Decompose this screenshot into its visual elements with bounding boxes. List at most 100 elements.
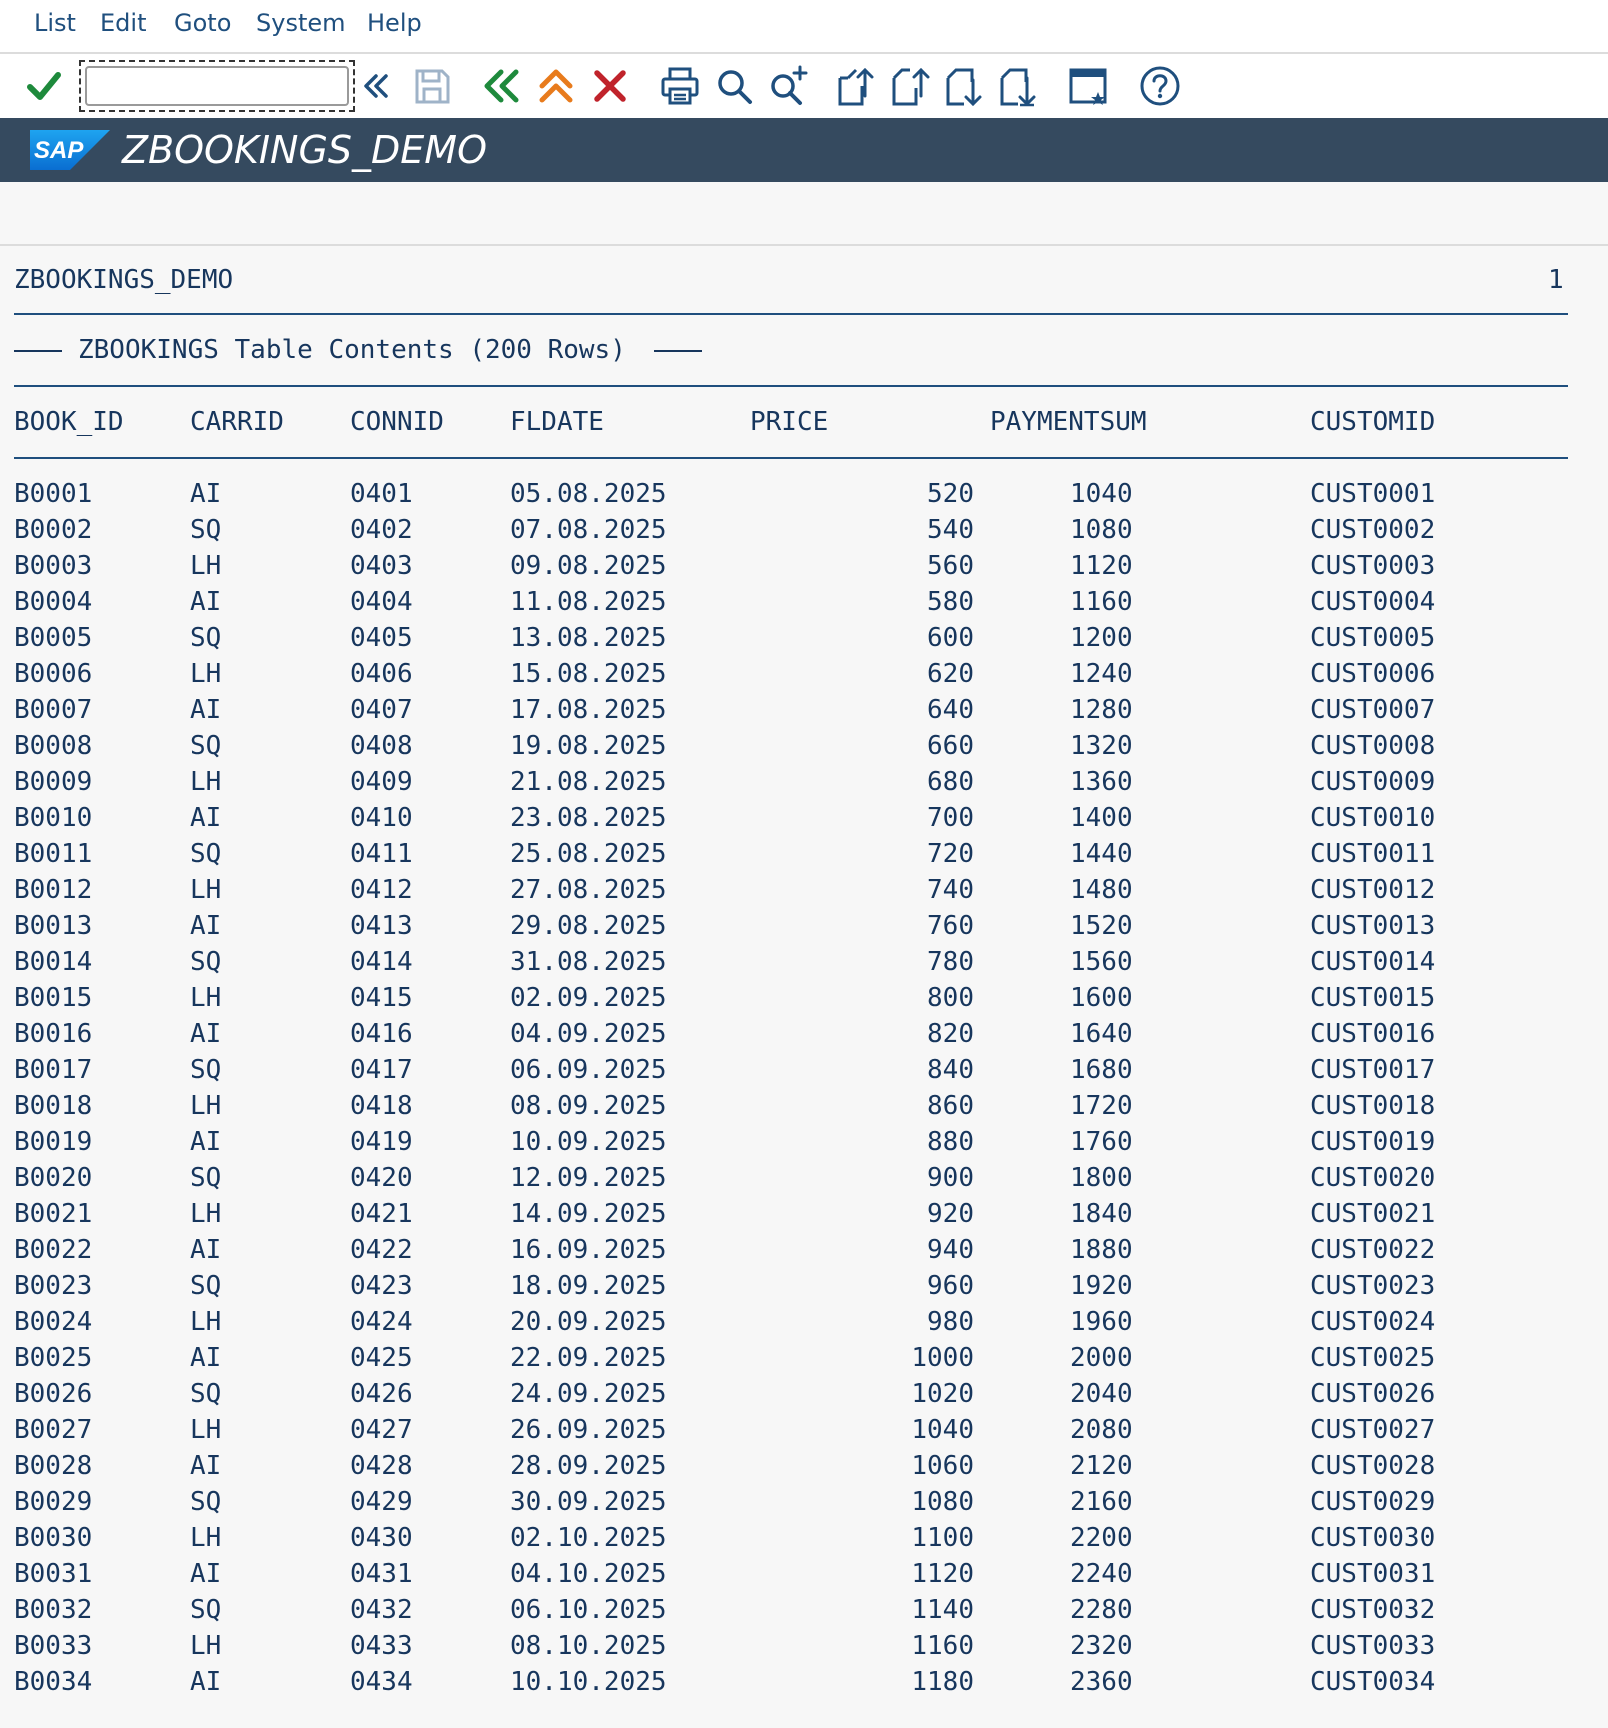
table-row[interactable]: B0013 AI 0413 29.08.2025 760 1520 CUST0013 xyxy=(0,908,1608,944)
table-row[interactable]: B0014 SQ 0414 31.08.2025 780 1560 CUST0014 xyxy=(0,944,1608,980)
cell-paymentsum: 2040 xyxy=(1070,1379,1133,1409)
save-button[interactable] xyxy=(408,62,456,110)
cell-customid: CUST0014 xyxy=(1310,947,1436,977)
table-row[interactable]: B0007 AI 0407 17.08.2025 640 1280 CUST0007 xyxy=(0,692,1608,728)
cell-price: 1180 xyxy=(911,1667,974,1697)
previous-page-button[interactable] xyxy=(886,62,934,110)
table-row[interactable]: B0010 AI 0410 23.08.2025 700 1400 CUST0010 xyxy=(0,800,1608,836)
table-row[interactable]: B0027 LH 0427 26.09.2025 1040 2080 CUST0027 xyxy=(0,1412,1608,1448)
print-button[interactable] xyxy=(656,62,704,110)
table-row[interactable]: B0003 LH 0403 09.08.2025 560 1120 CUST0003 xyxy=(0,548,1608,584)
next-page-button[interactable] xyxy=(940,62,988,110)
cell-book-id: B0031 xyxy=(14,1559,93,1589)
cell-price: 1060 xyxy=(911,1451,974,1481)
table-row[interactable]: B0025 AI 0425 22.09.2025 1000 2000 CUST0025 xyxy=(0,1340,1608,1376)
save-icon xyxy=(415,69,450,104)
menu-item-system[interactable]: System xyxy=(256,6,346,40)
cell-price: 1140 xyxy=(911,1595,974,1625)
cell-price: 760 xyxy=(927,911,974,941)
cell-price: 540 xyxy=(927,515,974,545)
expand-command-button[interactable] xyxy=(352,62,400,110)
cell-customid: CUST0019 xyxy=(1310,1127,1436,1157)
table-row[interactable]: B0012 LH 0412 27.08.2025 740 1480 CUST0012 xyxy=(0,872,1608,908)
find-icon xyxy=(718,70,752,104)
first-page-icon xyxy=(838,67,874,106)
cell-paymentsum: 1640 xyxy=(1070,1019,1133,1049)
table-row[interactable]: B0030 LH 0430 02.10.2025 1100 2200 CUST0030 xyxy=(0,1520,1608,1556)
table-row[interactable]: B0005 SQ 0405 13.08.2025 600 1200 CUST0005 xyxy=(0,620,1608,656)
cell-carrid: AI xyxy=(190,479,222,509)
table-row[interactable]: B0008 SQ 0408 19.08.2025 660 1320 CUST0008 xyxy=(0,728,1608,764)
table-row[interactable]: B0022 AI 0422 16.09.2025 940 1880 CUST0022 xyxy=(0,1232,1608,1268)
cell-price: 640 xyxy=(927,695,974,725)
back-button[interactable] xyxy=(478,62,526,110)
cell-book-id: B0005 xyxy=(14,623,93,653)
table-row[interactable]: B0017 SQ 0417 06.09.2025 840 1680 CUST0017 xyxy=(0,1052,1608,1088)
table-row[interactable]: B0015 LH 0415 02.09.2025 800 1600 CUST0015 xyxy=(0,980,1608,1016)
list-output: ZBOOKINGS_DEMO 1 ZBOOKINGS Table Content… xyxy=(0,246,1608,1728)
table-row[interactable]: B0011 SQ 0411 25.08.2025 720 1440 CUST0011 xyxy=(0,836,1608,872)
last-page-button[interactable] xyxy=(994,62,1042,110)
cell-customid: CUST0005 xyxy=(1310,623,1436,653)
table-row[interactable]: B0009 LH 0409 21.08.2025 680 1360 CUST0009 xyxy=(0,764,1608,800)
cell-fldate: 04.10.2025 xyxy=(510,1559,667,1589)
cell-customid: CUST0021 xyxy=(1310,1199,1436,1229)
help-button[interactable] xyxy=(1136,62,1184,110)
caption-rule xyxy=(14,385,1568,387)
find-next-button[interactable] xyxy=(764,62,812,110)
cell-customid: CUST0031 xyxy=(1310,1559,1436,1589)
exit-button[interactable] xyxy=(532,62,580,110)
table-row[interactable]: B0021 LH 0421 14.09.2025 920 1840 CUST0021 xyxy=(0,1196,1608,1232)
table-row[interactable]: B0031 AI 0431 04.10.2025 1120 2240 CUST0031 xyxy=(0,1556,1608,1592)
table-row[interactable]: B0023 SQ 0423 18.09.2025 960 1920 CUST0023 xyxy=(0,1268,1608,1304)
column-header-rule xyxy=(14,457,1568,459)
first-page-button[interactable] xyxy=(832,62,880,110)
table-row[interactable]: B0016 AI 0416 04.09.2025 820 1640 CUST0016 xyxy=(0,1016,1608,1052)
table-row[interactable]: B0033 LH 0433 08.10.2025 1160 2320 CUST0033 xyxy=(0,1628,1608,1664)
table-row[interactable]: B0004 AI 0404 11.08.2025 580 1160 CUST0004 xyxy=(0,584,1608,620)
table-row[interactable]: B0019 AI 0419 10.09.2025 880 1760 CUST0019 xyxy=(0,1124,1608,1160)
cell-customid: CUST0007 xyxy=(1310,695,1436,725)
cell-carrid: SQ xyxy=(190,1595,222,1625)
cell-customid: CUST0003 xyxy=(1310,551,1436,581)
table-row[interactable]: B0029 SQ 0429 30.09.2025 1080 2160 CUST0029 xyxy=(0,1484,1608,1520)
cell-fldate: 12.09.2025 xyxy=(510,1163,667,1193)
cell-carrid: LH xyxy=(190,767,222,797)
table-row[interactable]: B0026 SQ 0426 24.09.2025 1020 2040 CUST0026 xyxy=(0,1376,1608,1412)
cancel-icon xyxy=(594,70,626,102)
cell-fldate: 16.09.2025 xyxy=(510,1235,667,1265)
menu-item-goto[interactable]: Goto xyxy=(174,6,231,40)
cell-book-id: B0001 xyxy=(14,479,93,509)
cell-connid: 0422 xyxy=(350,1235,413,1265)
cell-carrid: LH xyxy=(190,1523,222,1553)
customize-layout-button[interactable] xyxy=(1064,62,1112,110)
cell-price: 700 xyxy=(927,803,974,833)
table-row[interactable]: B0020 SQ 0420 12.09.2025 900 1800 CUST0020 xyxy=(0,1160,1608,1196)
table-row[interactable]: B0002 SQ 0402 07.08.2025 540 1080 CUST0002 xyxy=(0,512,1608,548)
table-row[interactable]: B0032 SQ 0432 06.10.2025 1140 2280 CUST0032 xyxy=(0,1592,1608,1628)
table-row[interactable]: B0018 LH 0418 08.09.2025 860 1720 CUST0018 xyxy=(0,1088,1608,1124)
cell-price: 780 xyxy=(927,947,974,977)
cell-book-id: B0002 xyxy=(14,515,93,545)
menu-item-edit[interactable]: Edit xyxy=(100,6,146,40)
find-button[interactable] xyxy=(710,62,758,110)
cell-customid: CUST0010 xyxy=(1310,803,1436,833)
cell-carrid: LH xyxy=(190,1307,222,1337)
cell-connid: 0419 xyxy=(350,1127,413,1157)
cell-fldate: 08.09.2025 xyxy=(510,1091,667,1121)
cancel-button[interactable] xyxy=(586,62,634,110)
cell-carrid: SQ xyxy=(190,1271,222,1301)
table-row[interactable]: B0006 LH 0406 15.08.2025 620 1240 CUST0006 xyxy=(0,656,1608,692)
table-row[interactable]: B0024 LH 0424 20.09.2025 980 1960 CUST0024 xyxy=(0,1304,1608,1340)
enter-button[interactable] xyxy=(20,62,68,110)
table-row[interactable]: B0034 AI 0434 10.10.2025 1180 2360 CUST0034 xyxy=(0,1664,1608,1700)
table-row[interactable]: B0001 AI 0401 05.08.2025 520 1040 CUST0001 xyxy=(0,476,1608,512)
column-header-paymentsum: PAYMENTSUM xyxy=(990,407,1147,437)
cell-fldate: 25.08.2025 xyxy=(510,839,667,869)
menu-item-list[interactable]: List xyxy=(34,6,76,40)
command-field[interactable] xyxy=(85,66,349,106)
table-row[interactable]: B0028 AI 0428 28.09.2025 1060 2120 CUST0028 xyxy=(0,1448,1608,1484)
menu-item-help[interactable]: Help xyxy=(367,6,422,40)
cell-carrid: LH xyxy=(190,1199,222,1229)
cell-fldate: 08.10.2025 xyxy=(510,1631,667,1661)
